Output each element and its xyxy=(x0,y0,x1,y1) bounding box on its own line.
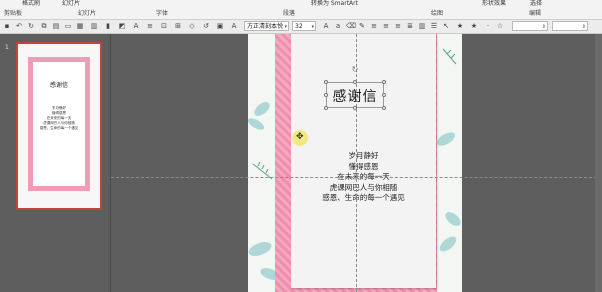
spinner-icon: ⇕ xyxy=(541,24,546,30)
slide-number: 1 xyxy=(5,44,9,51)
resize-handle[interactable] xyxy=(382,80,386,84)
font-color-icon[interactable]: A xyxy=(230,22,238,30)
text-icon[interactable]: A xyxy=(132,22,140,30)
chevron-down-icon: ▾ xyxy=(284,24,287,30)
shape-effects-button[interactable]: 形状效果 xyxy=(482,0,506,8)
picture-icon[interactable]: ◩ xyxy=(118,22,126,30)
paste-icon[interactable]: ▤ xyxy=(52,22,60,30)
align-icon[interactable]: ≡ xyxy=(146,22,154,30)
slide[interactable]: ↻ 感谢信 岁月静好 懂得感恩 在未来的每一天 虎课网巴人与你相随 感恩、生命的… xyxy=(248,34,462,292)
chevron-down-icon: ▾ xyxy=(311,24,314,30)
thumbnail-body: 岁月静好 懂得感恩 在未来的每一天 虎课网巴人与你相随 感恩，生命的每一个遇见 xyxy=(33,106,85,131)
rotate-handle-icon[interactable]: ↻ xyxy=(351,66,359,74)
format-toolbar: ▪ ↶ ↻ ⧉ ▤ ▭ ▦ ▥ ▮ ◩ A ≡ ⊡ ⊞ ◇ ↺ ▣ A 方正清刻… xyxy=(0,20,602,34)
dot-icon[interactable]: · xyxy=(484,22,492,30)
vertical-guide[interactable] xyxy=(356,34,357,292)
resize-handle[interactable] xyxy=(324,80,328,84)
spin-box-2[interactable]: ⇕ xyxy=(552,21,588,31)
resize-handle[interactable] xyxy=(382,106,386,110)
arrange-icon[interactable]: ⊞ xyxy=(174,22,182,30)
shape-icon[interactable]: ◇ xyxy=(188,22,196,30)
align-left-icon[interactable]: ≡ xyxy=(370,22,378,30)
columns-icon[interactable]: ▥ xyxy=(418,22,426,30)
font-name-combo[interactable]: 方正清刻本悦 ▾ xyxy=(244,21,289,31)
group-drawing: 绘图 xyxy=(431,10,444,17)
align-right-icon[interactable]: ≡ xyxy=(394,22,402,30)
spin-box-1[interactable]: ⇕ xyxy=(512,21,548,31)
title-textbox[interactable]: 感谢信 xyxy=(324,80,386,110)
slide-editing-canvas[interactable]: ↻ 感谢信 岁月静好 懂得感恩 在未来的每一天 虎课网巴人与你相随 感恩、生命的… xyxy=(111,34,602,292)
move-cursor-icon: ✥ xyxy=(296,132,304,142)
group-font: 字体 xyxy=(156,10,169,17)
star-icon[interactable]: ★ xyxy=(456,22,464,30)
select-icon[interactable]: ↖ xyxy=(442,22,450,30)
convert-smartart-button[interactable]: 转换为 SmartArt xyxy=(311,0,358,8)
ribbon-commands: 格式刷 幻灯片 转换为 SmartArt 形状效果 选择 xyxy=(0,0,602,9)
distribute-icon[interactable]: ☰ xyxy=(430,22,438,30)
copy-icon[interactable]: ⧉ xyxy=(40,22,48,30)
resize-handle[interactable] xyxy=(324,106,328,110)
body-line: 懂得感恩 xyxy=(348,161,379,171)
resize-handle[interactable] xyxy=(324,93,328,97)
thumbnail-pink-frame: 感谢信 岁月静好 懂得感恩 在未来的每一天 虎课网巴人与你相随 感恩，生命的每一… xyxy=(28,57,90,191)
slides-button[interactable]: 幻灯片 xyxy=(62,0,80,8)
crop-icon[interactable]: ⊡ xyxy=(160,22,168,30)
clear-format-icon[interactable]: ⌫ xyxy=(346,22,356,30)
format-painter-button[interactable]: 格式刷 xyxy=(22,0,40,8)
increase-font-icon[interactable]: A xyxy=(322,22,330,30)
slide-thumbnail-pane: 1 感谢信 岁月静好 懂得感恩 在未来的每一天 虎课网巴人与你相随 感恩，生命的… xyxy=(0,34,111,292)
select-button[interactable]: 选择 xyxy=(530,0,542,8)
body-line: 岁月静好 xyxy=(348,151,379,160)
group-editing: 编辑 xyxy=(529,10,542,17)
thumbnail-line: 感恩，生命的每一个遇见 xyxy=(39,126,79,130)
group-slides: 幻灯片 xyxy=(78,10,97,17)
ribbon-group-labels: 剪贴板 幻灯片 字体 段落 绘图 编辑 xyxy=(0,10,602,19)
redo-icon[interactable]: ↻ xyxy=(27,22,35,30)
chart-icon[interactable]: ▮ xyxy=(104,22,112,30)
new-slide-icon[interactable]: ▭ xyxy=(64,22,72,30)
resize-handle[interactable] xyxy=(382,93,386,97)
star-outline-icon[interactable]: ☆ xyxy=(496,22,504,30)
save-icon[interactable]: ▪ xyxy=(3,22,11,30)
vertical-scrollbar[interactable] xyxy=(595,34,602,292)
align-center-icon[interactable]: ≡ xyxy=(382,22,390,30)
layout-icon[interactable]: ▥ xyxy=(90,22,98,30)
body-line: 感恩、生命的每一个遇见 xyxy=(322,193,405,202)
font-size-value: 32 xyxy=(295,23,303,30)
spinner-icon: ⇕ xyxy=(581,24,586,30)
font-size-combo[interactable]: 32 ▾ xyxy=(292,21,316,31)
group-paragraph: 段落 xyxy=(283,10,296,17)
highlight-icon[interactable]: ✎ xyxy=(358,22,366,30)
group-icon[interactable]: ▣ xyxy=(216,22,224,30)
slide-thumbnail[interactable]: 感谢信 岁月静好 懂得感恩 在未来的每一天 虎课网巴人与你相随 感恩，生命的每一… xyxy=(16,42,102,210)
slide-title[interactable]: 感谢信 xyxy=(327,86,383,106)
thumbnail-title: 感谢信 xyxy=(49,82,68,89)
rotate-icon[interactable]: ↺ xyxy=(202,22,210,30)
star-shape-icon[interactable]: ★ xyxy=(470,22,478,30)
undo-icon[interactable]: ↶ xyxy=(15,22,23,30)
body-line: 虎课网巴人与你相随 xyxy=(329,182,398,192)
ribbon: 格式刷 幻灯片 转换为 SmartArt 形状效果 选择 剪贴板 幻灯片 字体 … xyxy=(0,0,602,20)
decrease-font-icon[interactable]: a xyxy=(334,22,342,30)
justify-icon[interactable]: ≣ xyxy=(406,22,414,30)
group-clipboard: 剪贴板 xyxy=(4,10,23,17)
table-icon[interactable]: ▦ xyxy=(76,22,84,30)
font-name-value: 方正清刻本悦 xyxy=(247,23,284,30)
